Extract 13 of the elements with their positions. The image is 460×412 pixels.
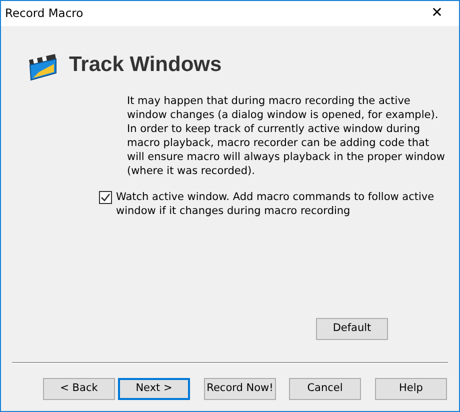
- page-title: Track Windows: [69, 52, 222, 78]
- default-button[interactable]: Default: [316, 318, 388, 340]
- wizard-button[interactable]: < Back: [43, 378, 115, 400]
- checkbox-label: Watch active window. Add macro commands to follow active window if it changes during macro recording: [116, 190, 436, 218]
- wizard-button[interactable]: Record Now!: [204, 378, 276, 400]
- checkbox[interactable]: [99, 191, 112, 204]
- wizard-button[interactable]: Next >: [118, 378, 190, 400]
- wizard-button[interactable]: Help: [375, 378, 447, 400]
- description-text: In order to keep track of currently active window during macro playback, macro recorder can be adding code that will ensure macro will always playback in the proper window (where it was recorded).: [127, 122, 446, 178]
- window-title: Record Macro: [5, 4, 84, 22]
- description-text: It may happen that during macro recording the active window changes (a dialog window is opened, for example).: [127, 94, 440, 122]
- wizard-button[interactable]: Cancel: [289, 378, 361, 400]
- close-button[interactable]: ✕: [415, 1, 459, 26]
